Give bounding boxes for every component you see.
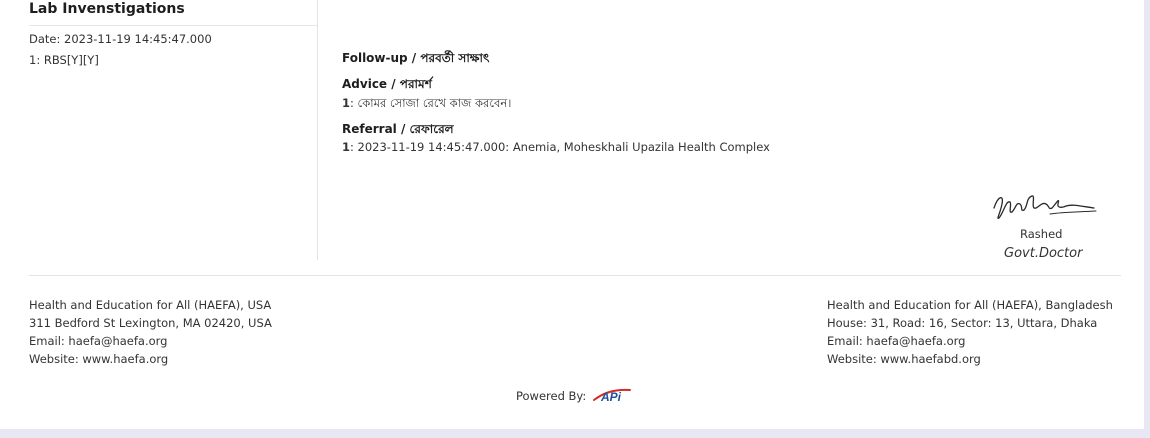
- prescription-page: Lab Invenstigations Date: 2023-11-19 14:…: [0, 0, 1144, 429]
- advice-heading: Advice / পরামর্শ: [342, 77, 432, 91]
- usa-email[interactable]: Email: haefa@haefa.org: [29, 332, 272, 350]
- footer-divider: [29, 275, 1121, 276]
- bd-website[interactable]: Website: www.haefabd.org: [827, 350, 1113, 368]
- doctor-name: Rashed: [1020, 227, 1063, 241]
- usa-org-name: Health and Education for All (HAEFA), US…: [29, 298, 272, 312]
- advice-item-number: 1: [342, 96, 351, 110]
- advice-item: 1: কোমর সোজা রেখে কাজ করবেন।: [342, 95, 511, 114]
- bd-email[interactable]: Email: haefa@haefa.org: [827, 332, 1113, 350]
- referral-item-text: : 2023-11-19 14:45:47.000: Anemia, Mohes…: [350, 140, 770, 154]
- footer-address-bangladesh: Health and Education for All (HAEFA), Ba…: [827, 296, 1113, 368]
- usa-website[interactable]: Website: www.haefa.org: [29, 350, 272, 368]
- advice-item-text: : কোমর সোজা রেখে কাজ করবেন।: [350, 96, 512, 110]
- lab-item: 1: RBS[Y][Y]: [29, 53, 99, 67]
- lab-investigations-panel: Lab Invenstigations Date: 2023-11-19 14:…: [0, 0, 318, 260]
- api-logo[interactable]: APi: [592, 386, 632, 404]
- lab-investigations-title: Lab Invenstigations: [29, 1, 185, 17]
- lab-divider: [29, 25, 317, 26]
- referral-heading: Referral / রেফারেল: [342, 122, 454, 136]
- referral-item: 1: 2023-11-19 14:45:47.000: Anemia, Mohe…: [342, 140, 770, 154]
- referral-item-number: 1: [342, 140, 351, 154]
- lab-date: Date: 2023-11-19 14:45:47.000: [29, 32, 212, 46]
- doctor-signature: [993, 195, 1097, 220]
- doctor-title: Govt.Doctor: [1004, 246, 1083, 261]
- followup-heading: Follow-up / পরবর্তী সাক্ষাৎ: [342, 51, 490, 65]
- footer-address-usa: Health and Education for All (HAEFA), US…: [29, 296, 272, 368]
- bd-street-address: House: 31, Road: 16, Sector: 13, Uttara,…: [827, 316, 1098, 330]
- bd-org-name: Health and Education for All (HAEFA), Ba…: [827, 298, 1113, 312]
- api-logo-text: APi: [600, 390, 622, 404]
- powered-by-label: Powered By:: [516, 389, 587, 403]
- usa-street-address: 311 Bedford St Lexington, MA 02420, USA: [29, 316, 272, 330]
